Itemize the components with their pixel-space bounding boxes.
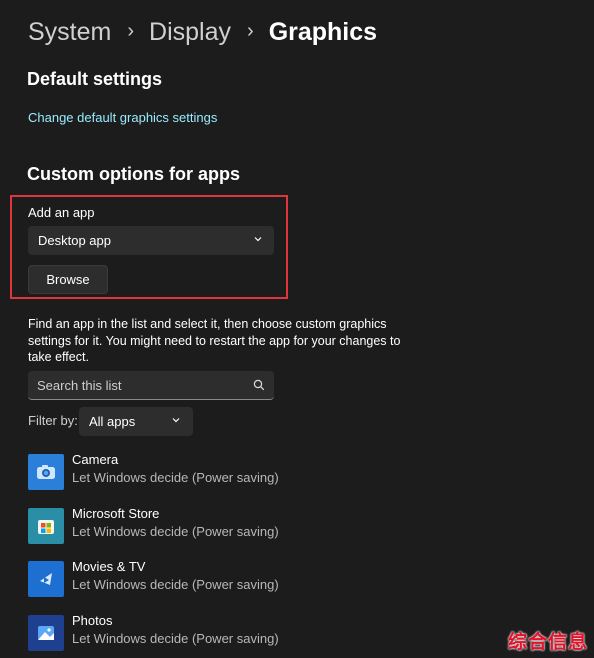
app-name: Movies & TV [72,559,146,574]
add-app-label: Add an app [28,205,95,220]
filter-selected-value: All apps [89,414,136,429]
page-title: Graphics [268,17,378,46]
custom-options-heading: Custom options for apps [27,164,240,184]
app-type-dropdown[interactable]: Desktop app [28,226,274,255]
app-row-movies-tv[interactable]: Movies & TV Let Windows decide (Power sa… [28,559,428,599]
graphics-settings-page: System › Display › Graphics Default sett… [0,0,594,658]
search-box [28,371,274,400]
chevron-right-icon: › [127,19,135,42]
app-gpu-preference: Let Windows decide (Power saving) [72,524,279,539]
search-input[interactable] [28,371,247,399]
chevron-right-icon: › [247,19,254,42]
filter-by-label: Filter by: [28,413,78,428]
app-row-photos[interactable]: Photos Let Windows decide (Power saving) [28,613,428,653]
app-name: Photos [72,613,113,628]
default-settings-heading: Default settings [27,69,163,89]
filter-dropdown[interactable]: All apps [79,407,193,436]
breadcrumb: System › Display › Graphics [28,12,377,52]
app-name: Camera [72,452,119,467]
instructions-text: Find an app in the list and select it, t… [28,317,401,364]
watermark: 综合信息 [507,632,588,653]
breadcrumb-display[interactable]: Display [149,18,231,47]
photos-icon [28,615,64,651]
store-icon [28,508,64,544]
chevron-down-icon [254,237,262,242]
app-gpu-preference: Let Windows decide (Power saving) [72,470,279,485]
app-gpu-preference: Let Windows decide (Power saving) [72,631,279,646]
app-row-microsoft-store[interactable]: Microsoft Store Let Windows decide (Powe… [28,506,428,546]
change-default-graphics-link[interactable]: Change default graphics settings [28,110,217,125]
app-name: Microsoft Store [72,506,160,521]
camera-icon [28,454,64,490]
movies-icon [28,561,64,597]
search-icon[interactable] [253,379,265,391]
chevron-down-icon [172,418,180,423]
breadcrumb-system[interactable]: System [28,18,111,47]
app-type-selected-value: Desktop app [38,233,111,248]
app-row-camera[interactable]: Camera Let Windows decide (Power saving) [28,452,428,492]
app-gpu-preference: Let Windows decide (Power saving) [72,577,279,592]
browse-button[interactable]: Browse [28,265,108,294]
